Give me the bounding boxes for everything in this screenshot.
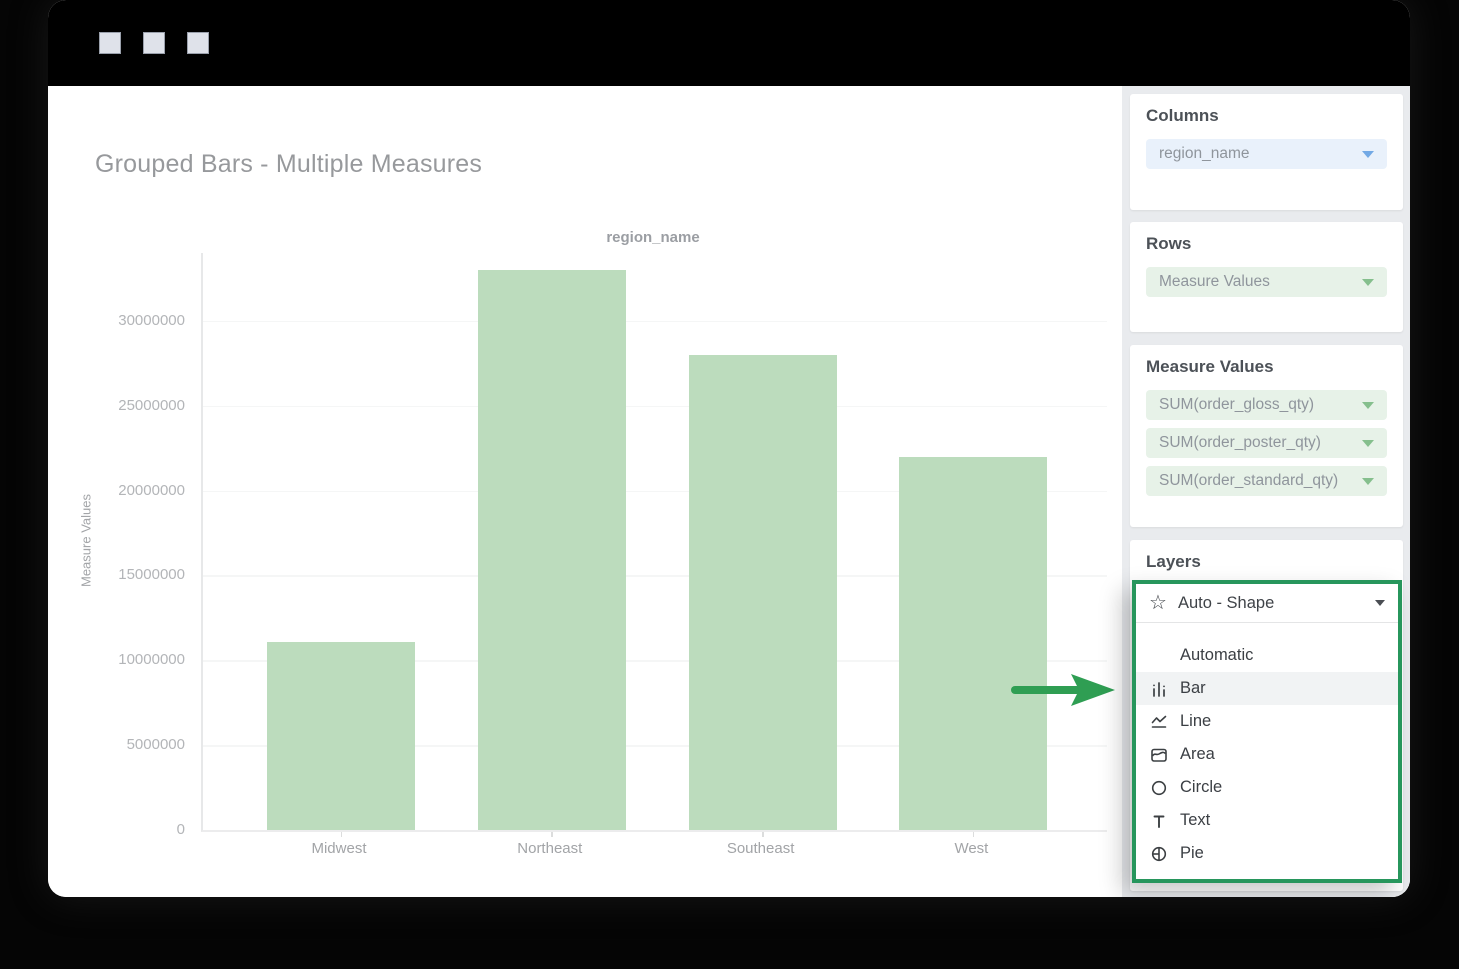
menu-item-bar[interactable]: Bar [1136,672,1398,705]
menu-item-label: Pie [1180,844,1204,863]
window-button-2[interactable] [143,32,165,54]
x-category-label: Midwest [254,840,424,857]
line-chart-icon [1148,713,1170,731]
menu-item-label: Text [1180,811,1210,830]
pill-label: SUM(order_gloss_qty) [1159,396,1314,414]
menu-item-label: Circle [1180,778,1222,797]
rows-shelf: Rows Measure Values [1130,222,1403,332]
gridline [203,321,1107,323]
chevron-down-icon [1362,279,1374,286]
screen: Grouped Bars - Multiple Measures region_… [0,0,1459,969]
bar-plot [201,253,1107,832]
menu-item-label: Line [1180,712,1211,731]
annotation-arrow-icon [1011,672,1115,708]
menu-item-line[interactable]: Line [1136,705,1398,738]
shape-select[interactable]: ☆ Auto - Shape [1136,584,1398,622]
menu-item-label: Bar [1180,679,1206,698]
pill-region-name[interactable]: region_name [1146,139,1387,169]
menu-item-label: Automatic [1180,646,1253,665]
menu-item-pie[interactable]: Pie [1136,837,1398,870]
circle-icon [1148,779,1170,797]
x-category-label: Southeast [676,840,846,857]
y-axis-ticks: 0 5000000 10000000 15000000 20000000 25000000… [88,86,193,897]
menu-item-circle[interactable]: Circle [1136,771,1398,804]
pill-label: region_name [1159,145,1249,163]
x-tick [551,832,553,837]
pill-label: Measure Values [1159,273,1270,291]
chevron-down-icon [1362,478,1374,485]
app-window: Grouped Bars - Multiple Measures region_… [48,0,1410,897]
titlebar [48,0,1410,86]
y-tick-label: 30000000 [118,312,185,329]
bar-northeast[interactable] [478,270,626,830]
gridline [203,406,1107,408]
x-tick [973,832,975,837]
x-category-label: Northeast [465,840,635,857]
pill-label: SUM(order_standard_qty) [1159,472,1338,490]
bar-west[interactable] [899,457,1047,830]
text-icon [1148,812,1170,830]
y-tick-label: 20000000 [118,482,185,499]
shelf-sidebar: Columns region_name Rows Measure Values … [1122,86,1410,897]
columns-label: Columns [1146,106,1387,126]
chevron-down-icon [1375,600,1385,606]
shape-select-value: Auto - Shape [1178,594,1274,613]
y-tick-label: 10000000 [118,651,185,668]
y-tick-label: 25000000 [118,397,185,414]
menu-item-area[interactable]: Area [1136,738,1398,771]
menu-item-automatic[interactable]: Automatic [1136,639,1398,672]
pill-sum-order-poster-qty[interactable]: SUM(order_poster_qty) [1146,428,1387,458]
chevron-down-icon [1362,402,1374,409]
chevron-down-icon [1362,151,1374,158]
star-icon: ☆ [1149,593,1167,613]
window-button-1[interactable] [99,32,121,54]
bar-chart-icon [1148,680,1170,698]
measure-values-label: Measure Values [1146,357,1387,377]
x-tick [762,832,764,837]
measure-values-shelf: Measure Values SUM(order_gloss_qty) SUM(… [1130,345,1403,527]
bar-midwest[interactable] [267,642,415,830]
chevron-down-icon [1362,440,1374,447]
pill-sum-order-standard-qty[interactable]: SUM(order_standard_qty) [1146,466,1387,496]
shape-menu: Automatic Bar [1136,623,1398,879]
pill-measure-values[interactable]: Measure Values [1146,267,1387,297]
shape-dropdown: ☆ Auto - Shape Automatic [1132,580,1402,883]
pill-label: SUM(order_poster_qty) [1159,434,1321,452]
layers-label: Layers [1130,552,1403,572]
area-chart-icon [1148,746,1170,764]
x-tick [341,832,343,837]
y-tick-label: 15000000 [118,566,185,583]
main-area: Grouped Bars - Multiple Measures region_… [48,86,1410,897]
window-button-3[interactable] [187,32,209,54]
menu-item-label: Area [1180,745,1215,764]
x-category-label: West [886,840,1056,857]
y-tick-label: 0 [177,821,185,838]
layers-panel: Layers ☆ Auto - Shape Automatic [1130,540,1403,891]
rows-label: Rows [1146,234,1387,254]
bar-southeast[interactable] [689,355,837,830]
y-tick-label: 5000000 [127,736,185,753]
y-axis-title: Measure Values [79,481,94,601]
menu-item-text[interactable]: Text [1136,804,1398,837]
pie-chart-icon [1148,845,1170,863]
column-axis-label: region_name [201,229,1105,246]
pill-sum-order-gloss-qty[interactable]: SUM(order_gloss_qty) [1146,390,1387,420]
columns-shelf: Columns region_name [1130,94,1403,210]
no-icon-spacer [1148,647,1170,665]
